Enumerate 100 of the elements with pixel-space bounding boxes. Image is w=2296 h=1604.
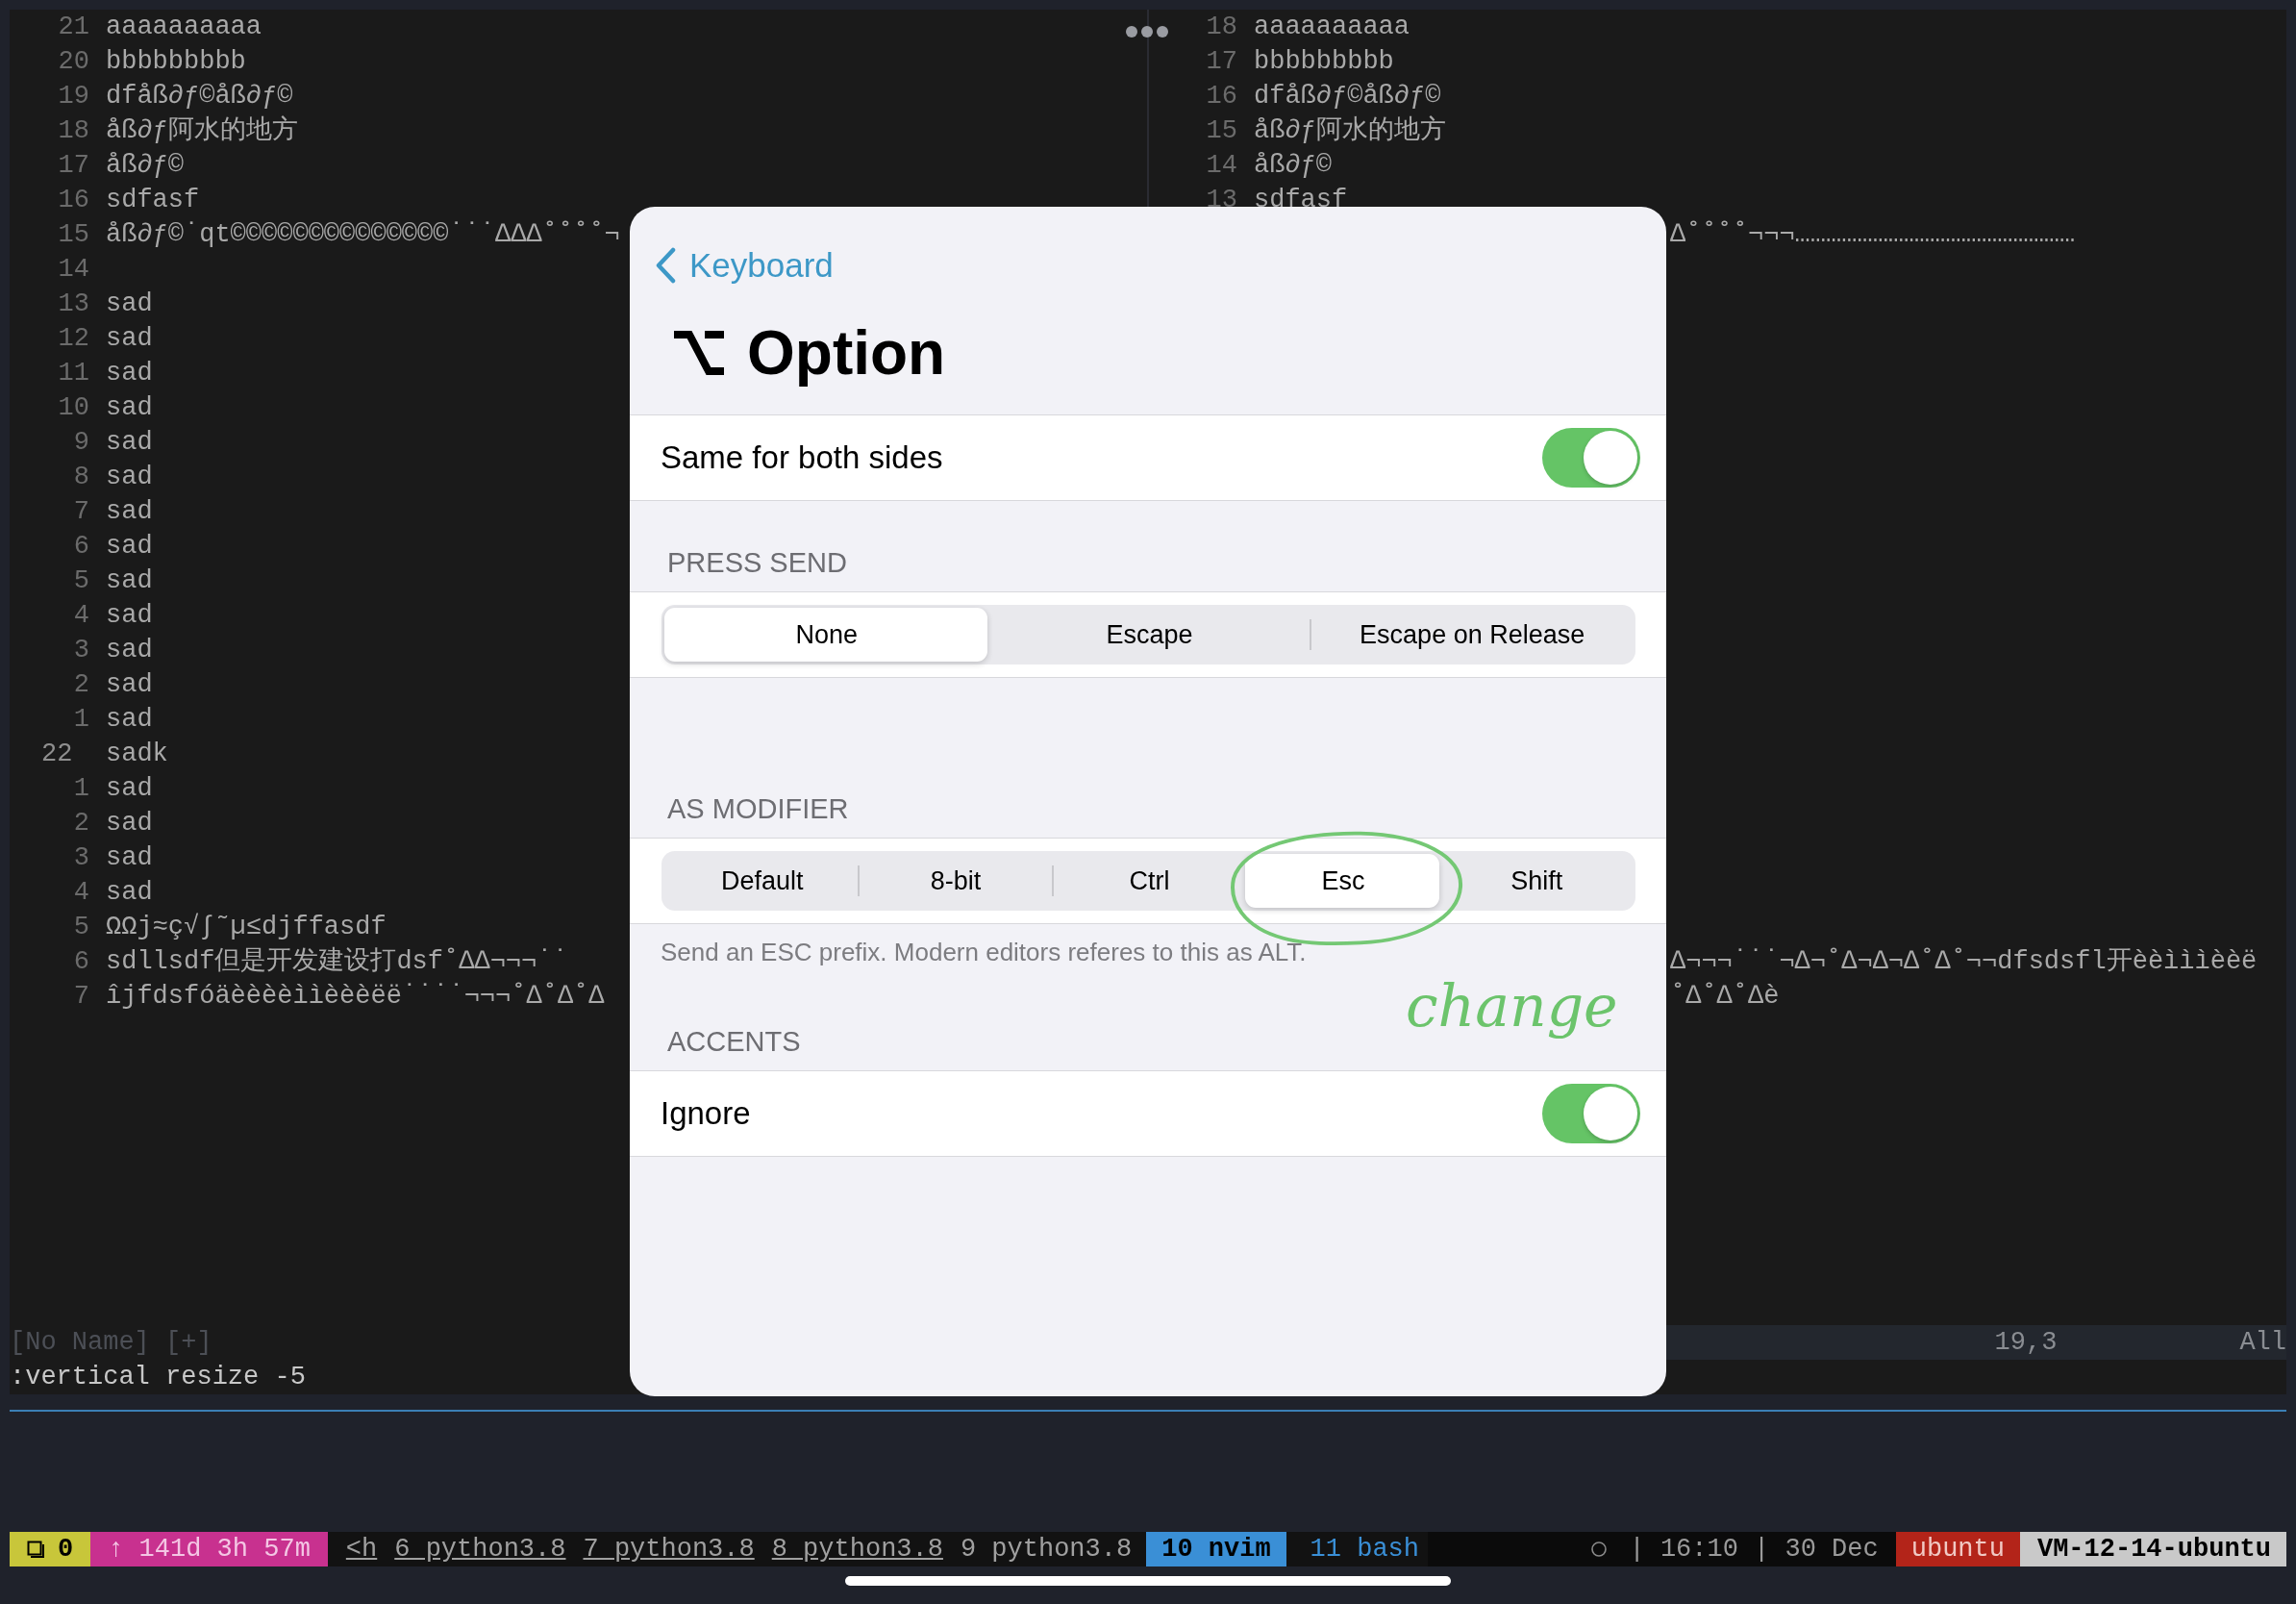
line-number: 4 [72, 600, 89, 632]
line-number: 7 [72, 496, 89, 528]
drag-handle-icon[interactable] [1125, 25, 1169, 38]
segment-option[interactable]: 8-bit [858, 865, 1052, 896]
code-line: sad [106, 669, 153, 701]
line-number: 15 [1205, 115, 1237, 147]
line-number: 16 [1205, 81, 1237, 113]
line-number: 10 [57, 392, 89, 424]
code-line: åß∂ƒ© [106, 150, 184, 182]
segment-option[interactable]: None [664, 608, 987, 662]
line-number: 18 [57, 115, 89, 147]
code-line: åß∂ƒ阿水的地方 [106, 114, 298, 147]
code-line: sdfasf [1254, 185, 1348, 216]
setting-label: Same for both sides [661, 439, 943, 476]
line-number: 5 [72, 565, 89, 597]
line-number: 8 [72, 462, 89, 493]
line-number: 12 [57, 323, 89, 355]
scroll-position: All [2239, 1327, 2286, 1359]
setting-label: Ignore [661, 1095, 751, 1132]
line-number: 17 [1205, 46, 1237, 78]
line-number: 3 [72, 635, 89, 666]
line-number: 13 [57, 288, 89, 320]
code-line: sadk [106, 739, 168, 770]
code-line: sad [106, 842, 153, 874]
code-line: sad [106, 531, 153, 563]
line-number: 14 [1205, 150, 1237, 182]
code-line: ∆˚˚˚˚¬¬¬……………………………………………… [1670, 219, 2076, 251]
code-line: sad [106, 427, 153, 459]
host-label: VM-12-14-ubuntu [2019, 1532, 2286, 1566]
line-number: 21 [57, 12, 89, 43]
user-label: ubuntu [1895, 1532, 2020, 1566]
line-number: 4 [72, 877, 89, 909]
window-tab[interactable]: 6 python3.8 [386, 1532, 575, 1566]
code-line: sad [106, 773, 153, 805]
line-number: 18 [1205, 12, 1237, 43]
code-line: bbbbbbbbb [1254, 46, 1394, 78]
window-tab[interactable]: 8 python3.8 [762, 1532, 952, 1566]
uptime-indicator: ↑ 141d 3h 57m [90, 1532, 328, 1566]
code-line: sad [106, 600, 153, 632]
line-number: 6 [72, 531, 89, 563]
code-line: dfåß∂ƒ©åß∂ƒ© [106, 81, 293, 113]
line-number: 15 [57, 219, 89, 251]
code-line: ∆¬¬¬˙˙˙¬∆¬˚∆¬∆¬∆˚∆˚¬¬dfsdsfl开èèìììèèë [1670, 946, 2258, 978]
segment-option[interactable]: Escape [986, 608, 1310, 662]
code-line: sdfasf [106, 185, 200, 216]
toggle-switch[interactable] [1542, 428, 1640, 488]
option-key-icon [672, 329, 726, 377]
code-line: ΩΩj≈ç√∫˜µ≤djffasdf [106, 912, 387, 943]
cursor-position: 19,3 [1994, 1327, 2058, 1359]
segment-option[interactable]: Default [664, 854, 859, 908]
line-number: 1 [72, 704, 89, 736]
line-number: 11 [57, 358, 89, 389]
code-line: sad [106, 288, 153, 320]
line-number: 7 [72, 981, 89, 1013]
window-tab[interactable]: 9 python3.8 [951, 1532, 1141, 1566]
code-line: sad [106, 704, 153, 736]
window-tab[interactable]: 7 python3.8 [574, 1532, 763, 1566]
section-header: PRESS SEND [667, 546, 847, 580]
line-number: 1 [72, 773, 89, 805]
segment-option[interactable]: Esc [1245, 854, 1439, 908]
toggle-switch[interactable] [1542, 1084, 1640, 1143]
command-line: :vertical resize -5 [10, 1363, 306, 1391]
window-tab[interactable]: 11 bash [1301, 1532, 1429, 1566]
code-line: aaaaaaaaaa [1254, 12, 1410, 43]
code-line: åß∂ƒ©˙qt©©©©©©©©©©©©©©˙˙˙∆∆∆˚˚˚˚¬ [106, 219, 620, 251]
line-number: 20 [57, 46, 89, 78]
session-number: 0 [58, 1534, 74, 1566]
session-icon [27, 1541, 44, 1558]
status-filename: [No Name] [+] [10, 1328, 212, 1357]
line-number: 6 [72, 946, 89, 978]
code-line: åß∂ƒ阿水的地方 [1254, 114, 1446, 147]
code-line: sad [106, 877, 153, 909]
line-number: 17 [57, 150, 89, 182]
line-number: 22 [41, 739, 74, 770]
code-line: aaaaaaaaaa [106, 12, 262, 43]
line-number: 19 [57, 81, 89, 113]
segment-option[interactable]: Shift [1438, 854, 1634, 908]
line-number: 2 [72, 669, 89, 701]
status-icon [1590, 1541, 1609, 1558]
line-number: 3 [72, 842, 89, 874]
code-line: sad [106, 496, 153, 528]
code-line: bbbbbbbbb [106, 46, 246, 78]
code-line: sad [106, 635, 153, 666]
code-line: îjfdsfóäèèèèììèèèëë˙˙˙˙¬¬¬˚∆˚∆˚∆ [106, 981, 605, 1013]
chevron-left-icon [655, 247, 676, 284]
segment-option[interactable]: Escape on Release [1310, 619, 1633, 650]
line-number: 9 [72, 427, 89, 459]
window-tab[interactable]: <h [337, 1532, 387, 1566]
code-line: sad [106, 323, 153, 355]
code-line: sad [106, 462, 153, 493]
code-line: sad [106, 358, 153, 389]
line-number: 16 [57, 185, 89, 216]
code-line: åß∂ƒ© [1254, 150, 1332, 182]
code-line: dfåß∂ƒ©åß∂ƒ© [1254, 81, 1441, 113]
window-tab[interactable]: 10 nvim [1146, 1532, 1286, 1566]
line-number: 13 [1205, 185, 1237, 216]
code-line: sad [106, 565, 153, 597]
code-line: ˚∆˚∆˚∆è [1670, 981, 1780, 1013]
section-header: ACCENTS [667, 1025, 801, 1059]
page-title: Option [747, 317, 946, 388]
